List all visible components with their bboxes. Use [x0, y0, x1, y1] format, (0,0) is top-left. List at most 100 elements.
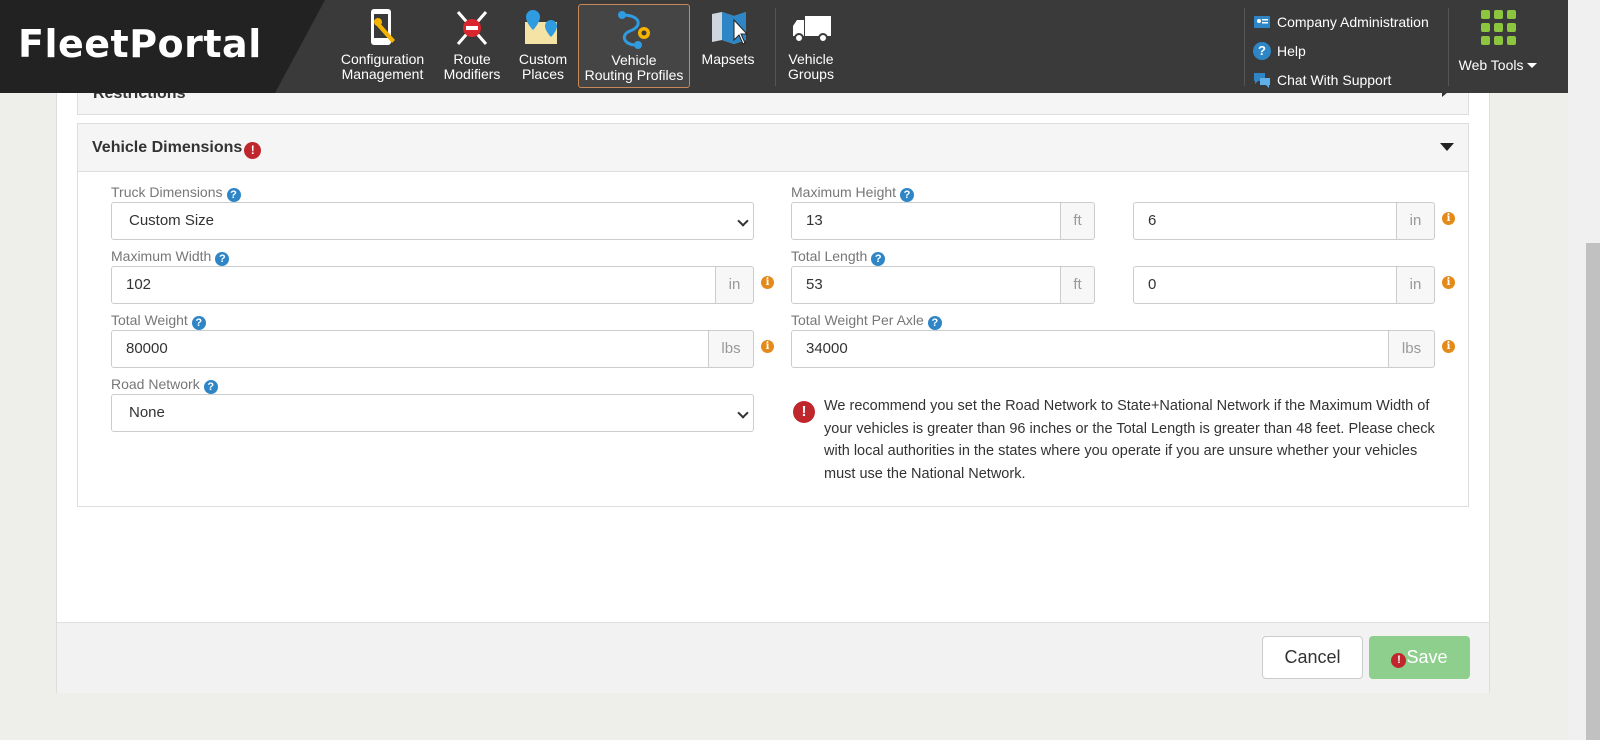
mapsets-icon [712, 12, 749, 45]
maximum-width-label: Maximum Width? [111, 248, 230, 266]
page-scrollbar[interactable] [1568, 0, 1600, 740]
nav-route-modifiers[interactable]: Route Modifiers [437, 4, 507, 88]
id-card-icon [1254, 15, 1270, 28]
cancel-button[interactable]: Cancel [1262, 636, 1363, 679]
company-administration-link[interactable]: Company Administration [1253, 7, 1429, 36]
web-tools-menu[interactable]: Web Tools [1452, 8, 1544, 86]
nav-label: Modifiers [443, 66, 501, 82]
section-title: Vehicle Dimensions! [92, 139, 262, 159]
help-icon[interactable]: ? [900, 188, 915, 202]
maximum-height-label: Maximum Height? [791, 184, 915, 202]
maximum-width-input[interactable]: 102 [111, 266, 716, 304]
maximum-height-inches-input[interactable]: 6 [1133, 202, 1397, 240]
error-icon: ! [1391, 653, 1407, 668]
total-length-inches-input[interactable]: 0 [1133, 266, 1397, 304]
select-value: None [129, 404, 165, 421]
maximum-height-feet-input[interactable]: 13 [791, 202, 1061, 240]
road-network-select[interactable]: None [111, 394, 754, 432]
chat-bubble-icon [1254, 72, 1270, 88]
info-icon[interactable]: i [1442, 276, 1455, 289]
section-title-text: Vehicle Dimensions [92, 139, 243, 156]
nav-label: Route [453, 51, 491, 67]
weight-per-axle-label: Total Weight Per Axle? [791, 312, 942, 330]
truck-icon [793, 16, 831, 43]
unit-addon: lbs [709, 330, 754, 368]
util-label: Chat With Support [1277, 71, 1392, 88]
profile-editor-panel: Restrictions Vehicle Dimensions! Truck D… [56, 80, 1490, 693]
help-icon: ? [1253, 41, 1271, 60]
nav-label: Configuration [340, 51, 425, 67]
total-length-feet-input[interactable]: 53 [791, 266, 1061, 304]
road-network-warning: We recommend you set the Road Network to… [824, 398, 1435, 482]
vehicle-dimensions-section: Vehicle Dimensions! Truck Dimensions? Cu… [77, 123, 1469, 507]
web-tools-label: Web Tools [1458, 57, 1524, 73]
nav-configuration-management[interactable]: Configuration Management [335, 4, 430, 88]
chevron-down-icon [737, 215, 749, 227]
info-icon[interactable]: i [1442, 340, 1455, 353]
info-icon[interactable]: i [1442, 212, 1455, 225]
nav-vehicle-groups[interactable]: Vehicle Groups [783, 4, 839, 88]
help-icon[interactable]: ? [226, 188, 241, 202]
phone-wrench-icon [370, 9, 395, 45]
error-icon: ! [244, 142, 262, 159]
route-modifiers-icon [456, 11, 488, 45]
total-length-label: Total Length? [791, 248, 886, 266]
utility-links: Company Administration ? Help Chat With … [1253, 7, 1429, 94]
section-header[interactable]: Vehicle Dimensions! [78, 124, 1468, 172]
nav-label: Management [341, 66, 424, 82]
nav-vehicle-routing-profiles[interactable]: Vehicle Routing Profiles [578, 4, 690, 88]
unit-addon: ft [1061, 266, 1095, 304]
help-link[interactable]: ? Help [1253, 36, 1429, 65]
nav-label: Mapsets [701, 51, 755, 67]
form-footer: Cancel ! Save [57, 622, 1489, 693]
caret-down-icon [1527, 63, 1538, 68]
total-weight-input[interactable]: 80000 [111, 330, 709, 368]
nav-label: Vehicle [788, 51, 834, 67]
nav-label: Places [521, 66, 565, 82]
util-label: Help [1277, 42, 1306, 59]
unit-addon: lbs [1389, 330, 1435, 368]
nav-separator [775, 8, 776, 86]
label-text: Maximum Height [791, 184, 897, 200]
nav-label: Groups [788, 66, 834, 82]
save-label: Save [1406, 647, 1448, 667]
help-icon[interactable]: ? [203, 380, 218, 394]
label-text: Maximum Width [111, 248, 212, 264]
help-icon[interactable]: ? [927, 316, 942, 330]
help-icon[interactable]: ? [191, 316, 206, 330]
help-icon[interactable]: ? [215, 252, 230, 266]
nav-mapsets[interactable]: Mapsets [697, 4, 759, 88]
truck-dimensions-label: Truck Dimensions? [111, 184, 241, 202]
label-text: Total Length [791, 248, 868, 264]
util-label: Company Administration [1277, 13, 1429, 30]
save-button[interactable]: ! Save [1369, 636, 1470, 679]
caret-down-icon [1440, 143, 1454, 151]
nav-label: Vehicle [611, 52, 657, 68]
weight-per-axle-input[interactable]: 34000 [791, 330, 1389, 368]
brand-logo[interactable]: FleetPortal [18, 22, 262, 66]
info-icon[interactable]: i [761, 276, 774, 289]
info-icon[interactable]: i [761, 340, 774, 353]
unit-addon: in [716, 266, 754, 304]
nav-separator [1448, 8, 1449, 86]
app-grid-icon [1480, 10, 1516, 45]
unit-addon: ft [1061, 202, 1095, 240]
help-icon[interactable]: ? [871, 252, 886, 266]
chat-with-support-link[interactable]: Chat With Support [1253, 65, 1429, 94]
label-text: Total Weight [111, 312, 188, 328]
top-navigation: FleetPortal Configuration Management Rou… [0, 0, 1568, 93]
select-value: Custom Size [129, 212, 215, 229]
road-network-label: Road Network? [111, 376, 218, 394]
label-text: Truck Dimensions [111, 184, 223, 200]
truck-dimensions-select[interactable]: Custom Size [111, 202, 754, 240]
brand-area: FleetPortal [0, 0, 325, 93]
label-text: Total Weight Per Axle [791, 312, 924, 328]
total-weight-label: Total Weight? [111, 312, 206, 330]
scrollbar-thumb[interactable] [1586, 243, 1600, 740]
warning-icon: ! [793, 401, 815, 423]
nav-label: Routing Profiles [584, 67, 684, 83]
nav-custom-places[interactable]: Custom Places [513, 4, 573, 88]
nav-separator [1244, 8, 1245, 86]
chevron-down-icon [737, 407, 749, 419]
nav-label: Custom [518, 51, 568, 67]
